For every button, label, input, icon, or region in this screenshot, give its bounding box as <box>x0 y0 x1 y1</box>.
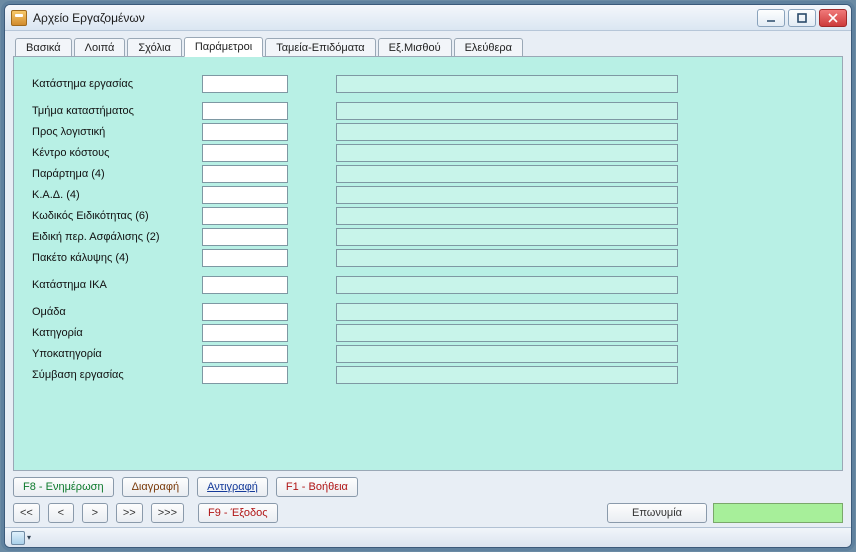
field-label: Κ.Α.Δ. (4) <box>32 189 202 201</box>
minimize-button[interactable] <box>757 9 785 27</box>
field-code-input[interactable] <box>202 303 288 321</box>
nav-more-button[interactable]: >>> <box>151 503 184 523</box>
field-code-input[interactable] <box>202 249 288 267</box>
field-row: Σύμβαση εργασίας <box>32 366 828 384</box>
field-code-input[interactable] <box>202 228 288 246</box>
field-code-input[interactable] <box>202 207 288 225</box>
tab-1[interactable]: Λοιπά <box>74 38 126 58</box>
field-code-input[interactable] <box>202 186 288 204</box>
field-row: Κωδικός Ειδικότητας (6) <box>32 207 828 225</box>
field-desc-input[interactable] <box>336 303 678 321</box>
client-area: ΒασικάΛοιπάΣχόλιαΠαράμετροιΤαμεία-Επιδόμ… <box>5 31 851 527</box>
field-label: Κατηγορία <box>32 327 202 339</box>
field-label: Κατάστημα εργασίας <box>32 78 202 90</box>
field-desc-input[interactable] <box>336 75 678 93</box>
field-code-input[interactable] <box>202 366 288 384</box>
field-code-input[interactable] <box>202 345 288 363</box>
help-button[interactable]: F1 - Βοήθεια <box>276 477 358 497</box>
field-row: Κατηγορία <box>32 324 828 342</box>
field-label: Τμήμα καταστήματος <box>32 105 202 117</box>
copy-button[interactable]: Αντιγραφή <box>197 477 268 497</box>
nav-prev-button[interactable]: < <box>48 503 74 523</box>
tab-2[interactable]: Σχόλια <box>127 38 182 58</box>
status-icon[interactable] <box>11 531 25 545</box>
field-desc-input[interactable] <box>336 249 678 267</box>
field-label: Παράρτημα (4) <box>32 168 202 180</box>
field-label: Υποκατηγορία <box>32 348 202 360</box>
maximize-button[interactable] <box>788 9 816 27</box>
field-desc-input[interactable] <box>336 345 678 363</box>
toolbar-main: F8 - Ενημέρωση Διαγραφή Αντιγραφή F1 - Β… <box>13 477 843 497</box>
field-code-input[interactable] <box>202 144 288 162</box>
name-field[interactable] <box>713 503 843 523</box>
field-desc-input[interactable] <box>336 165 678 183</box>
field-row: Κατάστημα ΙΚΑ <box>32 276 828 294</box>
tab-4[interactable]: Ταμεία-Επιδόματα <box>265 38 375 58</box>
field-desc-input[interactable] <box>336 324 678 342</box>
field-code-input[interactable] <box>202 165 288 183</box>
nav-next-button[interactable]: > <box>82 503 108 523</box>
field-code-input[interactable] <box>202 276 288 294</box>
field-row: Κατάστημα εργασίας <box>32 75 828 93</box>
tab-6[interactable]: Ελεύθερα <box>454 38 523 58</box>
field-desc-input[interactable] <box>336 276 678 294</box>
tabstrip: ΒασικάΛοιπάΣχόλιαΠαράμετροιΤαμεία-Επιδόμ… <box>13 37 843 57</box>
field-desc-input[interactable] <box>336 102 678 120</box>
field-row: Κ.Α.Δ. (4) <box>32 186 828 204</box>
form-rows: Κατάστημα εργασίας Τμήμα καταστήματος Προς… <box>32 75 828 384</box>
field-label: Σύμβαση εργασίας <box>32 369 202 381</box>
tab-5[interactable]: Εξ.Μισθού <box>378 38 452 58</box>
app-icon <box>11 10 27 26</box>
titlebar: Αρχείο Εργαζομένων <box>5 5 851 31</box>
field-row: Ομάδα <box>32 303 828 321</box>
app-window: Αρχείο Εργαζομένων ΒασικάΛοιπάΣχόλιαΠαρά… <box>4 4 852 548</box>
update-button[interactable]: F8 - Ενημέρωση <box>13 477 114 497</box>
toolbar-nav: << < > >> >>> F9 - Έξοδος Επωνυμία <box>13 503 843 523</box>
name-label-button[interactable]: Επωνυμία <box>607 503 707 523</box>
field-label: Πακέτο κάλυψης (4) <box>32 252 202 264</box>
field-label: Ειδική περ. Ασφάλισης (2) <box>32 231 202 243</box>
field-row: Τμήμα καταστήματος <box>32 102 828 120</box>
exit-button[interactable]: F9 - Έξοδος <box>198 503 278 523</box>
field-label: Κέντρο κόστους <box>32 147 202 159</box>
window-controls <box>757 9 847 27</box>
window-title: Αρχείο Εργαζομένων <box>33 11 757 25</box>
field-desc-input[interactable] <box>336 144 678 162</box>
field-desc-input[interactable] <box>336 228 678 246</box>
nav-first-button[interactable]: << <box>13 503 40 523</box>
field-label: Κατάστημα ΙΚΑ <box>32 279 202 291</box>
field-label: Ομάδα <box>32 306 202 318</box>
field-desc-input[interactable] <box>336 186 678 204</box>
field-desc-input[interactable] <box>336 123 678 141</box>
field-row: Προς λογιστική <box>32 123 828 141</box>
field-row: Υποκατηγορία <box>32 345 828 363</box>
statusbar: ▾ <box>5 527 851 547</box>
field-row: Παράρτημα (4) <box>32 165 828 183</box>
close-button[interactable] <box>819 9 847 27</box>
field-code-input[interactable] <box>202 324 288 342</box>
field-desc-input[interactable] <box>336 366 678 384</box>
field-row: Πακέτο κάλυψης (4) <box>32 249 828 267</box>
field-code-input[interactable] <box>202 123 288 141</box>
delete-button[interactable]: Διαγραφή <box>122 477 190 497</box>
tabpage-parameters: Κατάστημα εργασίας Τμήμα καταστήματος Προς… <box>13 56 843 471</box>
field-row: Ειδική περ. Ασφάλισης (2) <box>32 228 828 246</box>
field-label: Προς λογιστική <box>32 126 202 138</box>
tab-3[interactable]: Παράμετροι <box>184 37 263 57</box>
status-dropdown-icon[interactable]: ▾ <box>27 533 31 542</box>
field-label: Κωδικός Ειδικότητας (6) <box>32 210 202 222</box>
field-row: Κέντρο κόστους <box>32 144 828 162</box>
field-code-input[interactable] <box>202 75 288 93</box>
tab-0[interactable]: Βασικά <box>15 38 72 58</box>
field-code-input[interactable] <box>202 102 288 120</box>
nav-last-button[interactable]: >> <box>116 503 143 523</box>
field-desc-input[interactable] <box>336 207 678 225</box>
name-block: Επωνυμία <box>607 503 843 523</box>
